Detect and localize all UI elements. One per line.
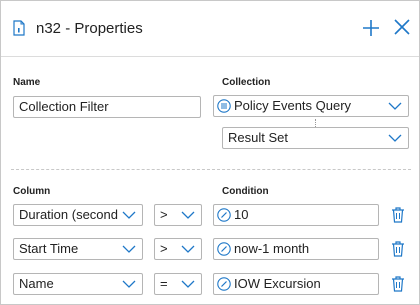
row-column-select[interactable]: Duration (seconds (13, 204, 143, 226)
delete-icon[interactable] (390, 240, 406, 258)
chevron-down-icon (388, 102, 402, 110)
chevron-down-icon (181, 211, 195, 219)
edit-icon (217, 277, 231, 291)
chevron-down-icon (122, 211, 136, 219)
list-icon (217, 99, 231, 113)
row-value-input[interactable]: 10 (213, 204, 379, 226)
chevron-down-icon (181, 280, 195, 288)
row-value-input[interactable]: IOW Excursion (213, 273, 379, 295)
collection-query-select[interactable]: Policy Events Query (213, 95, 409, 117)
plus-icon[interactable] (361, 18, 381, 38)
chevron-down-icon (122, 245, 136, 253)
name-input[interactable]: Collection Filter (13, 96, 201, 118)
row-operator-select[interactable]: > (154, 204, 202, 226)
row-value-text: now-1 month (234, 241, 310, 256)
row-operator-select[interactable]: > (154, 238, 202, 260)
section-divider (11, 169, 411, 170)
row-operator-value: > (160, 241, 168, 256)
result-set-select[interactable]: Result Set (222, 127, 409, 149)
panel-title: n32 - Properties (36, 20, 143, 37)
row-column-value: Start Time (19, 241, 79, 256)
row-operator-select[interactable]: = (154, 273, 202, 295)
chevron-down-icon (181, 245, 195, 253)
condition-header: Condition (222, 186, 269, 197)
row-column-value: Duration (seconds (19, 207, 118, 222)
chevron-down-icon (388, 134, 402, 142)
row-value-text: 10 (234, 207, 249, 222)
collection-label: Collection (222, 77, 271, 88)
row-column-select[interactable]: Start Time (13, 238, 143, 260)
delete-icon[interactable] (390, 275, 406, 293)
delete-icon[interactable] (390, 206, 406, 224)
close-icon[interactable] (393, 18, 411, 36)
row-column-value: Name (19, 276, 54, 291)
row-operator-value: > (160, 207, 168, 222)
edit-icon (217, 208, 231, 222)
edit-icon (217, 242, 231, 256)
result-set-value: Result Set (228, 130, 288, 145)
row-column-select[interactable]: Name (13, 273, 143, 295)
name-label: Name (13, 77, 41, 88)
column-header: Column (13, 186, 51, 197)
properties-panel: n32 - Properties Name Collection Filter … (0, 0, 420, 305)
panel-header: n32 - Properties (1, 1, 419, 57)
document-icon (13, 20, 25, 36)
row-operator-value: = (160, 276, 168, 291)
row-value-text: IOW Excursion (234, 276, 321, 291)
row-value-input[interactable]: now-1 month (213, 238, 379, 260)
collection-query-value: Policy Events Query (234, 98, 352, 113)
chevron-down-icon (122, 280, 136, 288)
